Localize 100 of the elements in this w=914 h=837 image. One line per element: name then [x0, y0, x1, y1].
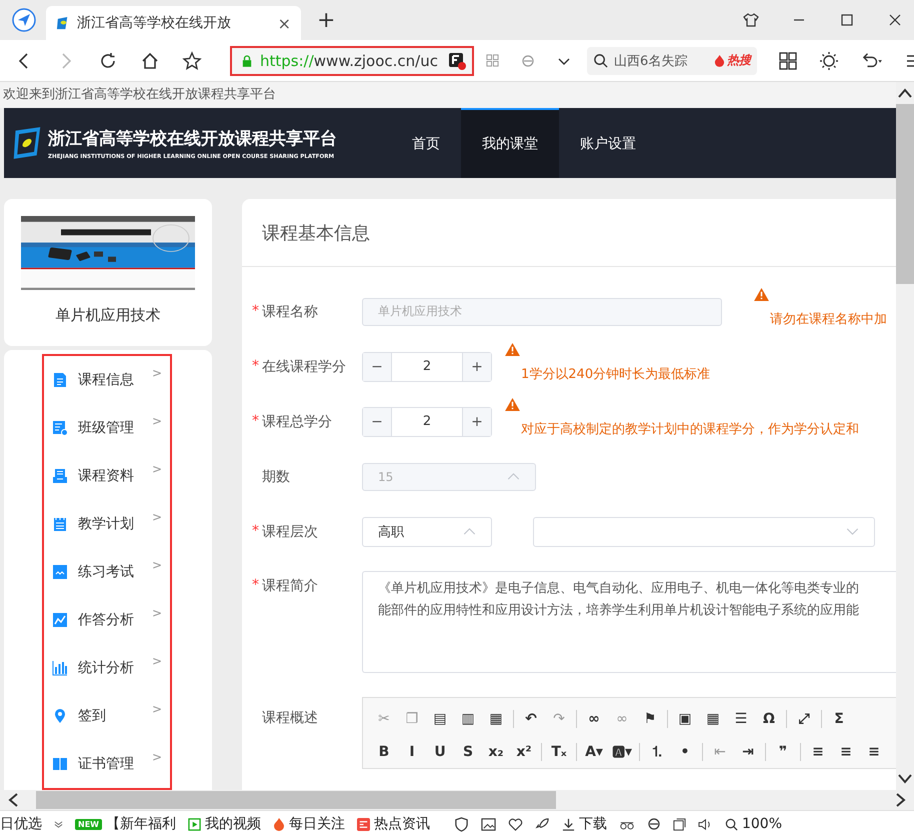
tray-icon	[52, 468, 68, 484]
menu-item[interactable]: 课程信息 >	[44, 356, 170, 404]
menu-item[interactable]: 教学计划 >	[44, 500, 170, 548]
menu-item[interactable]: 证书管理 >	[44, 740, 170, 788]
chevron-right-icon: >	[152, 414, 162, 428]
chevron-down-icon[interactable]	[54, 820, 63, 828]
chevron-right-icon: >	[152, 750, 162, 764]
toolbar-button[interactable]: U	[429, 744, 451, 760]
status-link[interactable]: 每日关注	[272, 815, 345, 833]
toolbar-button[interactable]: ≡	[807, 744, 829, 760]
nav-tab[interactable]: 首页	[391, 108, 461, 178]
undo-icon[interactable]	[861, 52, 883, 70]
description-field[interactable]: 《单片机应用技术》是电子信息、电气自动化、应用电子、机电一体化等电类专业的 能部件的应用特性和应用设计方法，培养学生利用单片机设计智能电子系统的应用能	[362, 571, 896, 673]
level-select[interactable]: 高职	[362, 516, 492, 546]
field-label: 期数	[261, 468, 291, 486]
vertical-scrollbar[interactable]	[896, 82, 914, 790]
decrement-button[interactable]: −	[363, 352, 391, 380]
field-label: 课程概述	[261, 709, 319, 727]
menu-item[interactable]: 班级管理 >	[44, 404, 170, 452]
bar-chart-icon	[52, 660, 68, 676]
reload-icon[interactable]	[98, 50, 118, 70]
scroll-left-icon[interactable]	[8, 793, 18, 807]
course-name: 单片机应用技术	[56, 306, 160, 325]
browser-logo-icon[interactable]	[12, 8, 36, 32]
menu-item[interactable]: 签到 >	[44, 692, 170, 740]
required-mark: *	[252, 358, 259, 374]
toolbar-button[interactable]: ∞	[583, 710, 605, 726]
image-icon[interactable]	[480, 816, 496, 832]
toolbar-button[interactable]: ≡	[863, 744, 885, 760]
browser-tab[interactable]: 浙江省高等学校在线开放 ×	[46, 6, 301, 40]
toolbar-button[interactable]: ↶	[520, 710, 542, 726]
close-icon[interactable]	[887, 12, 903, 28]
toolbar-button[interactable]: Tₓ	[548, 744, 570, 760]
search-icon	[593, 53, 608, 68]
toolbar-button[interactable]: A▾	[583, 744, 605, 760]
status-link[interactable]: 热点资讯	[356, 815, 430, 833]
flame-icon	[714, 54, 725, 67]
zoom-level[interactable]: 100%	[724, 816, 782, 832]
star-icon[interactable]	[182, 50, 202, 70]
toolbar-button[interactable]: ≡	[835, 744, 857, 760]
toolbar-button[interactable]: x₂	[485, 744, 507, 760]
toolbar-button[interactable]: •	[674, 744, 696, 760]
play-icon	[188, 818, 201, 830]
menu-item[interactable]: 作答分析 >	[44, 596, 170, 644]
toolbar-button[interactable]: x²	[513, 744, 535, 760]
heart-pulse-icon[interactable]	[508, 816, 523, 832]
status-link[interactable]: 日优选	[0, 815, 42, 833]
status-link[interactable]: 我的视频	[188, 815, 261, 833]
menu-item[interactable]: 练习考试 >	[44, 548, 170, 596]
download-button[interactable]: 下载	[562, 815, 607, 833]
menu-item[interactable]: 课程资料 >	[44, 452, 170, 500]
increment-button[interactable]: +	[463, 408, 491, 436]
scroll-up-icon[interactable]	[898, 88, 912, 98]
toolbar-button[interactable]: ⇥	[737, 744, 759, 760]
toolbar-button[interactable]: B	[373, 744, 395, 760]
maximize-icon[interactable]	[839, 12, 855, 28]
increment-button[interactable]: +	[463, 352, 491, 380]
site-title: 浙江省高等学校在线开放课程共享平台	[48, 128, 337, 150]
lock-icon	[242, 54, 252, 66]
decrement-button[interactable]: −	[363, 408, 391, 436]
hot-search-badge[interactable]: 热搜	[714, 52, 751, 69]
close-icon[interactable]: ×	[278, 14, 291, 32]
brightness-icon[interactable]	[819, 50, 839, 70]
chevron-right-icon: >	[152, 462, 162, 476]
toolbar-button[interactable]: ▣	[674, 710, 696, 726]
menu-item[interactable]: 统计分析 >	[44, 644, 170, 692]
address-bar[interactable]: https://www.zjooc.cn/uc	[230, 46, 474, 76]
toolbar-button[interactable]: Σ	[828, 710, 850, 726]
grid-icon[interactable]	[779, 52, 797, 70]
scroll-right-icon[interactable]	[896, 793, 906, 807]
nav-tab[interactable]: 我的课堂	[461, 108, 559, 178]
new-tab-button[interactable]: +	[311, 8, 342, 32]
window-icon[interactable]	[672, 818, 686, 830]
toolbar-button[interactable]: ⚑	[639, 710, 661, 726]
status-link[interactable]: 【新年福利	[106, 815, 176, 833]
toolbar-button[interactable]: ▤	[429, 710, 451, 726]
toolbar-button[interactable]: Ω	[758, 710, 780, 726]
extension-icon[interactable]	[448, 52, 466, 70]
toolbar-button[interactable]: ⒈	[646, 742, 668, 760]
toolbar-button[interactable]: S	[457, 744, 479, 760]
nav-tab[interactable]: 账户设置	[559, 108, 657, 178]
qr-code-icon[interactable]	[486, 54, 499, 67]
toolbar-button[interactable]: ☰	[730, 710, 752, 726]
line-chart-icon	[52, 612, 68, 628]
toolbar-button[interactable]: ▦	[485, 710, 507, 726]
toolbar-button[interactable]: ▥	[457, 710, 479, 726]
scroll-down-icon[interactable]	[898, 774, 912, 784]
shield-icon[interactable]	[454, 816, 469, 832]
new-badge: NEW	[75, 818, 102, 830]
toolbar-button[interactable]: 🅰▾	[611, 744, 633, 760]
required-mark: *	[252, 577, 259, 593]
score-sheet-icon	[52, 564, 68, 580]
toolbar-button[interactable]: I	[401, 744, 423, 760]
home-icon[interactable]	[140, 50, 160, 70]
search-field[interactable]: 山西6名失踪 热搜	[587, 46, 757, 74]
toolbar-button[interactable]: ⤢	[793, 710, 815, 726]
horizontal-scrollbar[interactable]	[0, 790, 914, 810]
toolbar-button[interactable]: ▦	[702, 710, 724, 726]
shirt-icon[interactable]	[743, 12, 759, 28]
toolbar-button[interactable]: ❞	[772, 744, 794, 760]
